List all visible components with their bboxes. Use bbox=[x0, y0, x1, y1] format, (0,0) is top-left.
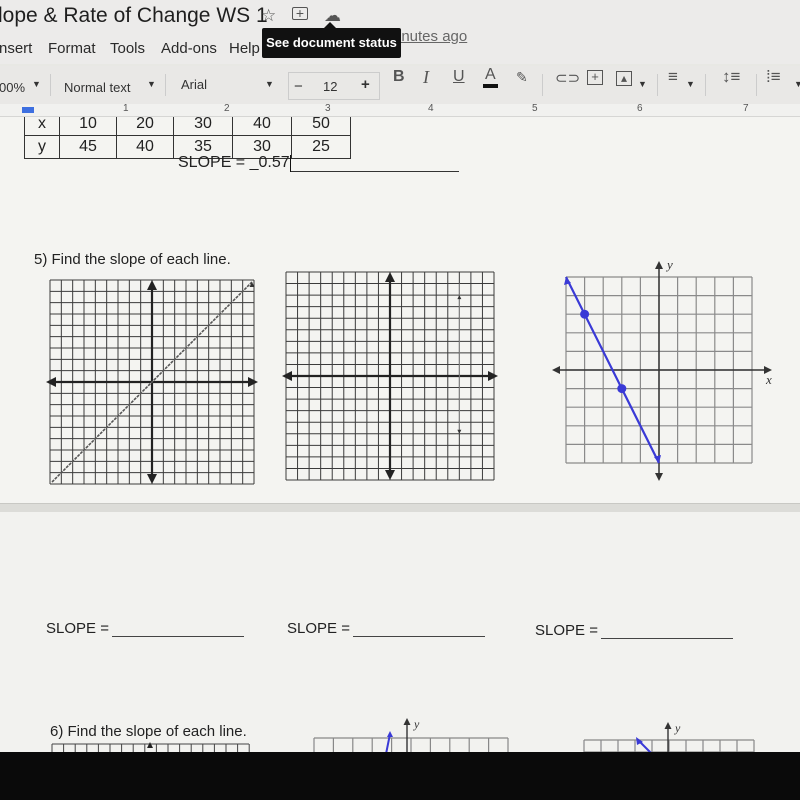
ruler-number: 6 bbox=[637, 103, 643, 114]
y-header: y bbox=[24, 135, 60, 159]
y-axis-label: y bbox=[674, 721, 681, 735]
line-arrow bbox=[387, 731, 393, 737]
align-dropdown-icon[interactable]: ▼ bbox=[686, 79, 695, 89]
indent-marker[interactable] bbox=[22, 107, 34, 113]
ruler-number: 2 bbox=[224, 103, 230, 114]
document-title[interactable]: lope & Rate of Change WS 1 bbox=[0, 4, 268, 28]
xy-table: x 10 20 30 40 50 y 45 40 35 30 25 bbox=[24, 112, 351, 159]
x-axis-arrow-right bbox=[248, 377, 258, 387]
highlight-icon[interactable]: ✎ bbox=[516, 69, 528, 86]
x-axis-arrow-right bbox=[488, 371, 498, 381]
italic-button[interactable]: I bbox=[423, 67, 429, 88]
menu-addons[interactable]: Add-ons bbox=[161, 40, 217, 57]
last-edit-link[interactable]: inutes ago bbox=[398, 28, 467, 45]
align-icon[interactable]: ≡ bbox=[668, 67, 678, 87]
add-comment-icon[interactable]: + bbox=[587, 70, 603, 85]
ruler-number: 1 bbox=[123, 103, 129, 114]
numbered-list-icon[interactable]: ⁞≡ bbox=[766, 67, 781, 87]
data-point bbox=[580, 309, 590, 319]
x-axis-arrow-left bbox=[552, 366, 560, 374]
slope-answer[interactable]: SLOPE = _0.57 bbox=[178, 154, 460, 172]
graph-5-partial: y bbox=[313, 717, 509, 754]
slope-label: SLOPE = bbox=[287, 620, 350, 637]
y-axis-arrow-up bbox=[655, 261, 663, 269]
question-5-title: 5) Find the slope of each line. bbox=[34, 251, 231, 268]
ruler-number: 5 bbox=[532, 103, 538, 114]
y-axis-arrow-up bbox=[385, 272, 395, 282]
divider bbox=[542, 74, 543, 96]
underline-button[interactable]: U bbox=[453, 68, 465, 86]
ruler-overlay bbox=[0, 104, 800, 117]
style-dropdown-icon[interactable]: ▼ bbox=[147, 79, 156, 89]
slope-answer-1[interactable]: SLOPE = bbox=[46, 620, 244, 637]
answer-line bbox=[291, 157, 460, 172]
x-axis-label: x bbox=[765, 372, 772, 387]
bold-button[interactable]: B bbox=[393, 68, 405, 86]
divider bbox=[756, 74, 757, 96]
answer-blank[interactable] bbox=[600, 624, 733, 639]
graph-3: yx bbox=[552, 257, 772, 481]
menu-help[interactable]: Help bbox=[229, 40, 260, 57]
slope-answer-3[interactable]: SLOPE = bbox=[535, 622, 733, 639]
answer-blank[interactable] bbox=[352, 622, 485, 637]
ruler-number: 3 bbox=[325, 103, 331, 114]
increase-font-button[interactable]: + bbox=[361, 76, 370, 93]
move-to-folder-icon[interactable]: + bbox=[292, 6, 308, 20]
toolbar: 00% ▼ Normal text ▼ Arial ▼ − 12 + B I U… bbox=[0, 66, 800, 105]
screen-bezel bbox=[0, 752, 800, 800]
x-axis-arrow-left bbox=[282, 371, 292, 381]
menu-tools[interactable]: Tools bbox=[110, 40, 145, 57]
ruler-number: 4 bbox=[428, 103, 434, 114]
menu-insert[interactable]: nsert bbox=[0, 40, 32, 57]
y-axis-arrow-up bbox=[147, 280, 157, 290]
font-select[interactable]: Arial bbox=[181, 77, 207, 92]
divider bbox=[657, 74, 658, 96]
y-axis-label: y bbox=[413, 717, 420, 731]
question-6-title: 6) Find the slope of each line. bbox=[50, 723, 247, 740]
divider bbox=[705, 74, 706, 96]
slope-answer-2[interactable]: SLOPE = bbox=[287, 620, 485, 637]
y-axis-arrow-up bbox=[664, 722, 672, 729]
graph-1 bbox=[46, 279, 258, 485]
star-icon[interactable]: ☆ bbox=[261, 6, 276, 26]
x-axis-arrow-left bbox=[46, 377, 56, 387]
graph-2 bbox=[282, 271, 498, 481]
list-dropdown-icon[interactable]: ▼ bbox=[794, 79, 800, 89]
line-arrow bbox=[457, 295, 462, 300]
font-dropdown-icon[interactable]: ▼ bbox=[265, 79, 274, 89]
text-color-button[interactable]: A bbox=[483, 66, 498, 88]
line-arrow bbox=[457, 429, 462, 434]
graph-6-partial: y bbox=[583, 721, 755, 754]
y-axis-label: y bbox=[665, 257, 673, 272]
image-dropdown-icon[interactable]: ▼ bbox=[638, 79, 647, 89]
font-size-input[interactable]: 12 bbox=[323, 79, 337, 94]
zoom-select[interactable]: 00% bbox=[0, 80, 25, 95]
document-status-tooltip: See document status bbox=[262, 22, 401, 58]
data-point bbox=[617, 384, 627, 394]
y-cell: 40 bbox=[116, 135, 174, 159]
answer-blank[interactable] bbox=[111, 622, 244, 637]
y-axis-arrow-down bbox=[655, 473, 663, 481]
slope-label: SLOPE = bbox=[535, 622, 598, 639]
line-spacing-icon[interactable]: ↕≡ bbox=[722, 67, 740, 87]
y-axis-arrow-up bbox=[403, 718, 411, 725]
decrease-font-button[interactable]: − bbox=[294, 78, 303, 95]
divider bbox=[50, 74, 51, 96]
zoom-dropdown-icon[interactable]: ▼ bbox=[32, 79, 41, 89]
y-cell: 45 bbox=[59, 135, 117, 159]
slope-label: SLOPE = bbox=[46, 620, 109, 637]
y-axis-arrow-down bbox=[147, 474, 157, 484]
slope-label: SLOPE = bbox=[178, 154, 250, 171]
y-axis-arrow-up bbox=[147, 742, 153, 748]
link-icon[interactable]: ⊂⊃ bbox=[555, 69, 580, 87]
insert-image-icon[interactable]: ▴ bbox=[616, 71, 632, 86]
divider bbox=[165, 74, 166, 96]
menu-format[interactable]: Format bbox=[48, 40, 96, 57]
ruler-number: 7 bbox=[743, 103, 749, 114]
style-select[interactable]: Normal text bbox=[64, 80, 130, 95]
slope-value[interactable]: _0.57 bbox=[250, 154, 290, 171]
y-axis-arrow-down bbox=[385, 470, 395, 480]
